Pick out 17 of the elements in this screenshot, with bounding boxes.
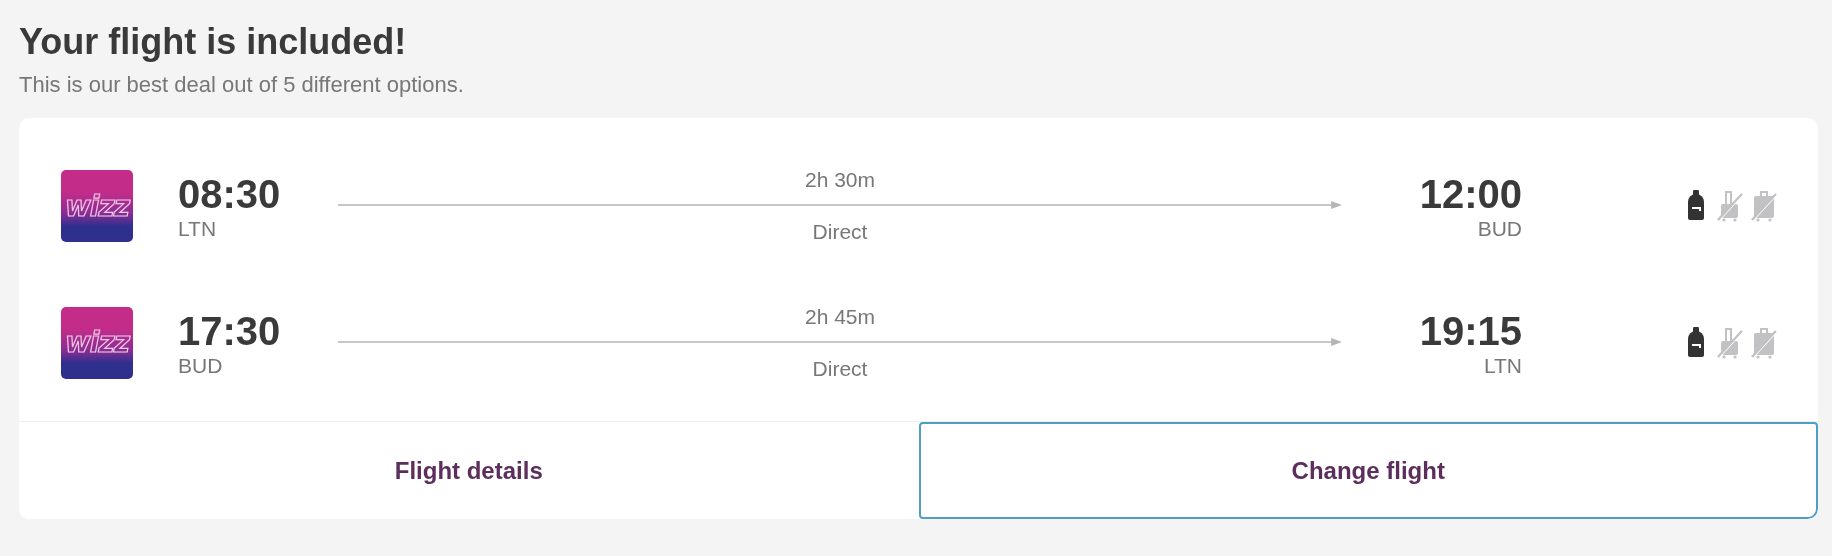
arrival-time: 19:15 [1419,307,1522,354]
page-title: Your flight is included! [19,20,408,64]
page-subtitle: This is our best deal out of 5 different options. [19,72,465,98]
departure-time: 08:30 [178,171,282,217]
flight-duration: 2h 45m [804,303,875,330]
flight-duration: 2h 30m [804,167,875,193]
arrival-airport: BUD [1477,217,1522,241]
arrival-time: 12:00 [1419,171,1522,217]
arrival-airport: LTN [1483,353,1522,378]
stops-label: Direct [812,355,868,382]
departure-airport: LTN [178,217,218,241]
airline-logo: wizz [61,306,133,379]
departure-airport: BUD [178,353,224,378]
airline-logo: wizz [61,170,133,242]
departure-time: 17:30 [178,307,282,354]
change-flight-button[interactable]: Change flight [918,422,1818,519]
stops-label: Direct [812,219,868,245]
